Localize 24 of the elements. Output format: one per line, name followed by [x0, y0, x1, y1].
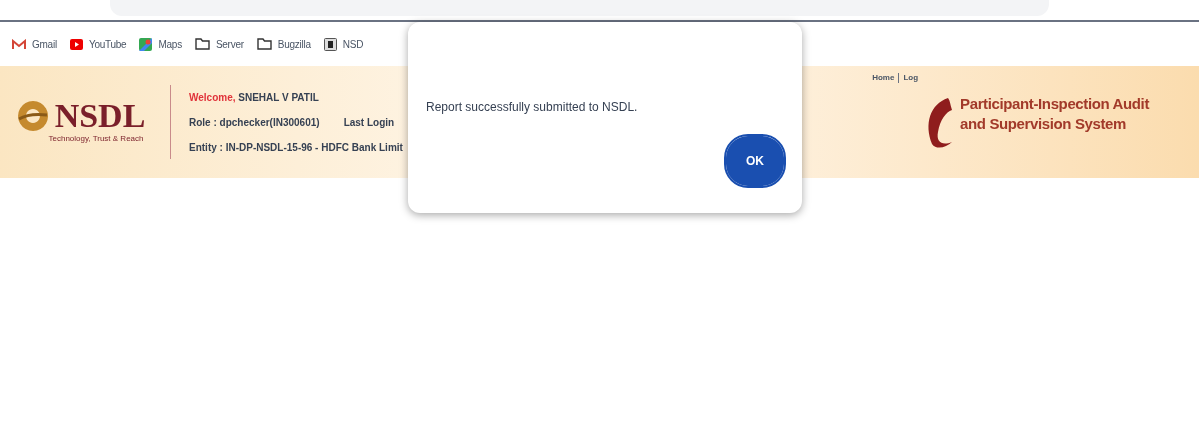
last-login-text: Last Login — [343, 115, 395, 130]
folder-icon — [256, 38, 272, 50]
map-icon — [139, 37, 153, 51]
role-text: Role : dpchecker(IN300601) — [189, 115, 320, 130]
folder-icon — [194, 38, 210, 50]
logo-text: NSDL — [54, 99, 146, 133]
mail-icon — [12, 38, 26, 50]
play-icon — [69, 38, 83, 50]
dialog-message: Report successfully submitted to NSDL. — [426, 99, 638, 116]
bookmark[interactable]: YouTube — [69, 36, 127, 52]
entity-text: Entity : IN-DP-NSDL-15-96 - HDFC Bank Limit — [189, 140, 403, 155]
system-title: Participant-Inspection Audit — [960, 94, 1149, 114]
nav-link[interactable]: Log — [903, 72, 919, 84]
nav-link[interactable]: Home — [872, 72, 895, 84]
bookmark[interactable]: Gmail — [12, 36, 57, 52]
ok-button[interactable]: OK — [726, 136, 784, 186]
bookmark[interactable]: Maps — [139, 36, 182, 52]
system-title: and Supervision System — [960, 114, 1128, 134]
bookmark[interactable]: Bugzilla — [256, 36, 311, 52]
logo-tagline: Technology, Trust & Reach — [48, 133, 144, 145]
bookmark[interactable]: NSD — [323, 36, 364, 52]
welcome-text: Welcome, SNEHAL V PATIL — [189, 90, 320, 105]
bookmark[interactable]: Server — [194, 36, 244, 52]
page-icon — [323, 37, 337, 51]
